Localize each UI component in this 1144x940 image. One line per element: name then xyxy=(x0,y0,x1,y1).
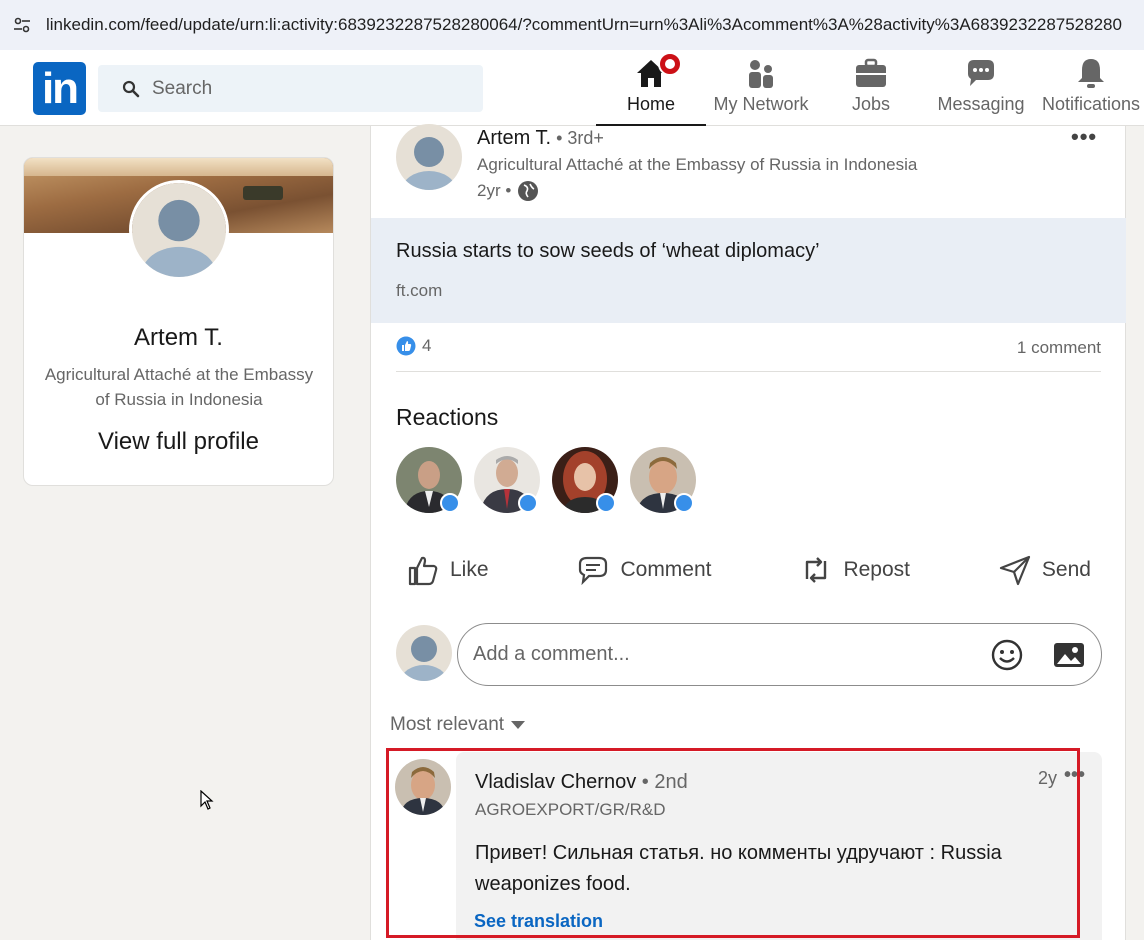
reactor-avatar[interactable] xyxy=(630,447,696,513)
linkedin-logo[interactable]: in xyxy=(33,62,86,115)
search-bar[interactable] xyxy=(98,65,483,112)
view-full-profile-link[interactable]: View full profile xyxy=(24,428,333,456)
profile-avatar[interactable] xyxy=(129,180,229,280)
profile-name[interactable]: Artem T. xyxy=(24,324,333,352)
nav-my-network-label: My Network xyxy=(713,94,809,114)
post-actions-bar: Like Comment Repost Send xyxy=(396,546,1101,594)
search-input[interactable] xyxy=(152,77,452,100)
article-source: ft.com xyxy=(396,281,443,300)
nav-my-network[interactable]: My Network xyxy=(708,56,814,126)
like-badge-icon xyxy=(674,493,694,513)
like-count-text: 4 xyxy=(422,336,432,355)
post-time-text: 2yr • xyxy=(477,181,512,200)
sort-label: Most relevant xyxy=(390,714,505,735)
browser-address-bar[interactable]: linkedin.com/feed/update/urn:li:activity… xyxy=(0,0,1144,50)
repost-button[interactable]: Repost xyxy=(789,553,920,587)
nav-home[interactable]: Home xyxy=(596,52,706,126)
site-settings-icon[interactable] xyxy=(12,15,32,35)
reactor-avatar[interactable] xyxy=(552,447,618,513)
nav-notifications-label: Notifications xyxy=(1041,94,1141,114)
like-reaction-icon xyxy=(396,336,416,356)
profile-headline: Agricultural Attaché at the Embassy of R… xyxy=(44,365,314,409)
like-badge-icon xyxy=(518,493,538,513)
url-text[interactable]: linkedin.com/feed/update/urn:li:activity… xyxy=(46,15,1122,35)
comment-button[interactable]: Comment xyxy=(566,553,721,587)
nav-messaging[interactable]: Messaging xyxy=(934,56,1028,126)
connection-degree: • 3rd+ xyxy=(551,128,604,148)
nav-jobs-label: Jobs xyxy=(851,94,891,114)
current-user-avatar xyxy=(396,625,452,681)
mouse-cursor-icon xyxy=(200,790,214,810)
post-more-options-icon[interactable]: ••• xyxy=(1071,124,1097,150)
send-button[interactable]: Send xyxy=(988,553,1101,587)
like-badge-icon xyxy=(596,493,616,513)
notification-badge xyxy=(658,52,682,76)
comment-input[interactable] xyxy=(473,643,973,666)
like-count[interactable]: 4 xyxy=(396,336,431,356)
repost-icon xyxy=(806,557,827,583)
top-navigation: in Home My Network Jobs Messaging xyxy=(0,50,1144,126)
thumbs-up-icon xyxy=(408,556,438,586)
home-icon xyxy=(634,52,682,90)
image-icon[interactable] xyxy=(1052,638,1086,672)
nav-home-label: Home xyxy=(626,94,675,114)
emoji-icon[interactable] xyxy=(990,638,1024,672)
article-title[interactable]: Russia starts to sow seeds of ‘wheat dip… xyxy=(396,240,820,263)
nav-jobs[interactable]: Jobs xyxy=(830,56,912,126)
post-author-headline: Agricultural Attaché at the Embassy of R… xyxy=(477,155,918,174)
nav-messaging-label: Messaging xyxy=(937,94,1025,114)
post-author[interactable]: Artem T. • 3rd+ xyxy=(477,127,604,150)
social-counts: 4 1 comment xyxy=(396,336,1101,372)
like-badge-icon xyxy=(440,493,460,513)
profile-card: Artem T. Agricultural Attaché at the Emb… xyxy=(23,157,334,486)
reactions-heading: Reactions xyxy=(396,404,499,430)
search-icon xyxy=(122,80,140,97)
comment-button-label: Comment xyxy=(620,558,712,581)
like-button[interactable]: Like xyxy=(396,553,499,587)
caret-down-icon xyxy=(511,721,526,729)
like-button-label: Like xyxy=(450,558,489,581)
send-icon xyxy=(999,555,1031,586)
reactor-avatar[interactable] xyxy=(474,447,540,513)
comment-sort-dropdown[interactable]: Most relevant xyxy=(390,714,526,736)
post-author-avatar[interactable] xyxy=(396,124,462,190)
highlight-box xyxy=(386,748,1080,938)
post-timestamp: 2yr • xyxy=(477,180,539,202)
bell-icon xyxy=(1074,56,1108,90)
post-author-name[interactable]: Artem T. xyxy=(477,127,551,149)
reactor-avatar[interactable] xyxy=(396,447,462,513)
reactions-list xyxy=(396,447,696,513)
nav-notifications[interactable]: Notifications xyxy=(1038,56,1144,126)
briefcase-icon xyxy=(854,56,888,90)
article-preview[interactable]: Russia starts to sow seeds of ‘wheat dip… xyxy=(371,218,1126,323)
chat-icon xyxy=(964,56,998,90)
comment-input-box[interactable] xyxy=(457,623,1102,686)
comment-icon xyxy=(579,556,608,586)
network-icon xyxy=(744,56,778,90)
repost-button-label: Repost xyxy=(843,558,910,581)
globe-icon xyxy=(518,181,539,201)
comment-count[interactable]: 1 comment xyxy=(1017,338,1101,358)
send-button-label: Send xyxy=(1041,558,1091,581)
